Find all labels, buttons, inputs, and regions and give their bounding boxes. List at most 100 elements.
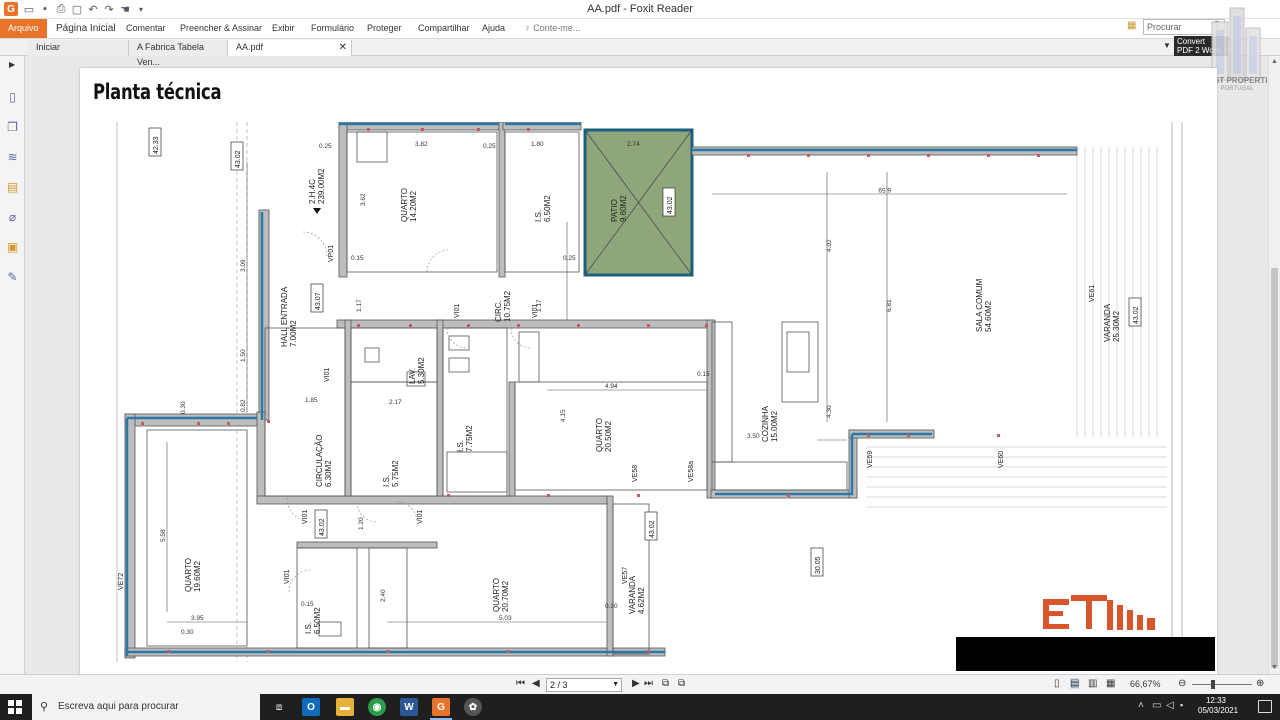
taskbar-clock[interactable]: 12:33 05/03/2021 <box>1198 696 1238 716</box>
svg-text:43.02: 43.02 <box>319 518 326 536</box>
foxit-reader-window: G ▭ ▪ ⎙ ▢ ↶ ↷ ☚ ▾ AA.pdf - Foxit Reader … <box>0 0 1280 720</box>
tab-comment[interactable]: Comentar <box>126 19 166 38</box>
facing-page-icon[interactable]: ▥ <box>1088 678 1097 689</box>
svg-text:I.S.: I.S. <box>534 210 543 222</box>
notification-icon[interactable] <box>1258 700 1272 713</box>
svg-text:HALL ENTRADA: HALL ENTRADA <box>280 286 289 347</box>
svg-text:VI01: VI01 <box>284 569 291 584</box>
chrome-icon[interactable]: ◉ <box>368 698 386 716</box>
vertical-scrollbar[interactable]: ▲ ▼ <box>1268 56 1280 674</box>
svg-text:1.85: 1.85 <box>305 397 318 404</box>
tab-file[interactable]: Arquivo <box>0 19 47 38</box>
bookmark-icon[interactable]: ▯ <box>5 90 20 105</box>
svg-text:5.75M2: 5.75M2 <box>391 460 400 487</box>
svg-text:3.82: 3.82 <box>415 141 428 148</box>
tab-home[interactable]: Página Inicial <box>56 19 115 38</box>
search-options-icon[interactable]: ▦ <box>1127 20 1136 31</box>
app-icon[interactable]: ✿ <box>464 698 482 716</box>
svg-text:0.15: 0.15 <box>351 255 364 262</box>
previous-page-icon[interactable]: ◀ <box>532 678 540 689</box>
svg-text:VP01: VP01 <box>328 245 335 262</box>
network-icon[interactable]: ▭ <box>1152 700 1161 711</box>
svg-text:6.59: 6.59 <box>878 186 891 193</box>
zoom-out-icon[interactable]: ⊖ <box>1178 678 1186 689</box>
svg-text:VE59: VE59 <box>867 451 874 468</box>
svg-text:I.S.: I.S. <box>456 440 465 452</box>
page-dropdown-icon[interactable]: ▼ <box>612 679 619 691</box>
svg-text:2.17: 2.17 <box>389 399 402 406</box>
convert-dropdown-icon[interactable]: ▼ <box>1163 41 1171 50</box>
svg-text:14.20M2: 14.20M2 <box>409 190 418 222</box>
page-number-field[interactable]: 2 / 3 ▼ <box>546 678 622 692</box>
windows-start-button[interactable] <box>0 694 30 720</box>
svg-text:1.20: 1.20 <box>358 517 365 530</box>
language-indicator[interactable]: ▪ <box>1180 700 1183 710</box>
zoom-slider-handle[interactable] <box>1211 680 1215 689</box>
tab-fill-sign[interactable]: Preencher & Assinar <box>180 19 262 38</box>
next-page-icon[interactable]: ▶ <box>632 678 640 689</box>
tab-view[interactable]: Exibir <box>272 19 295 38</box>
svg-text:239.00M2: 239.00M2 <box>317 168 326 204</box>
svg-text:2.74: 2.74 <box>627 141 640 148</box>
outlook-icon[interactable]: O <box>302 698 320 716</box>
tab-protect[interactable]: Proteger <box>367 19 402 38</box>
close-tab-icon[interactable]: ✕ <box>339 40 347 55</box>
svg-text:4.02: 4.02 <box>826 239 833 252</box>
zoom-slider[interactable] <box>1192 684 1252 685</box>
zoom-level[interactable]: 66,67% <box>1130 679 1161 689</box>
next-view-icon[interactable]: ⧉ <box>678 678 685 689</box>
svg-text:6.30M2: 6.30M2 <box>324 460 333 487</box>
signature-icon[interactable]: ✎ <box>5 270 20 285</box>
first-page-icon[interactable]: ⏮ <box>516 678 525 689</box>
continuous-facing-icon[interactable]: ▦ <box>1106 678 1115 689</box>
svg-text:0.15: 0.15 <box>301 601 314 608</box>
foxit-taskbar-icon[interactable]: G <box>432 698 450 716</box>
svg-text:5.03: 5.03 <box>499 615 512 622</box>
attachments-icon[interactable]: ⌀ <box>5 210 20 225</box>
doc-tab-aa[interactable]: AA.pdf ✕ <box>228 40 352 56</box>
security-icon[interactable]: ▣ <box>5 240 20 255</box>
continuous-page-icon[interactable]: ▤ <box>1070 678 1080 689</box>
tell-me-text: Conte-me... <box>533 23 581 33</box>
navigation-panel: ▶ ▯ ❐ ≋ ▤ ⌀ ▣ ✎ <box>0 56 25 674</box>
scroll-down-icon[interactable]: ▼ <box>1271 664 1278 671</box>
svg-text:VI01: VI01 <box>454 303 461 318</box>
pages-icon[interactable]: ❐ <box>5 120 20 135</box>
single-page-icon[interactable]: ▯ <box>1054 678 1060 689</box>
svg-text:0.30: 0.30 <box>605 603 618 610</box>
svg-text:3.95: 3.95 <box>191 615 204 622</box>
previous-view-icon[interactable]: ⧉ <box>662 678 669 689</box>
svg-text:LAV.: LAV. <box>408 368 417 384</box>
svg-text:15.00M2: 15.00M2 <box>770 410 779 442</box>
svg-text:0.25: 0.25 <box>319 143 332 150</box>
taskbar-search-box[interactable]: Escreva aqui para procurar <box>32 694 260 720</box>
volume-icon[interactable]: ◁ <box>1166 700 1174 711</box>
svg-text:I.S.: I.S. <box>382 475 391 487</box>
windows-taskbar: Escreva aqui para procurar ⚲ ⧈ O ▬ ◉ W G… <box>0 694 1280 720</box>
last-page-icon[interactable]: ⏭ <box>644 678 653 689</box>
layers-icon[interactable]: ≋ <box>5 150 20 165</box>
svg-text:QUARTO: QUARTO <box>400 188 409 222</box>
tell-me-box[interactable]: ♀ Conte-me... <box>524 19 580 38</box>
svg-text:43.02: 43.02 <box>667 196 674 214</box>
tab-share[interactable]: Compartilhar <box>418 19 470 38</box>
scroll-thumb[interactable] <box>1271 268 1278 668</box>
svg-text:QUARTO: QUARTO <box>492 578 501 612</box>
tab-help[interactable]: Ajuda <box>482 19 505 38</box>
svg-text:25.30M2: 25.30M2 <box>1112 310 1121 342</box>
word-icon[interactable]: W <box>400 698 418 716</box>
zoom-in-icon[interactable]: ⊕ <box>1256 678 1264 689</box>
scroll-up-icon[interactable]: ▲ <box>1271 58 1278 65</box>
tray-expand-icon[interactable]: ˄ <box>1138 700 1144 711</box>
svg-text:1.17: 1.17 <box>536 299 543 312</box>
comments-icon[interactable]: ▤ <box>5 180 20 195</box>
expand-panel-icon[interactable]: ▶ <box>9 60 15 69</box>
doc-tab-start[interactable]: Iniciar <box>28 40 129 56</box>
svg-text:VARANDA: VARANDA <box>1103 303 1112 342</box>
file-explorer-icon[interactable]: ▬ <box>336 698 354 716</box>
doc-tab-fabrica[interactable]: A Fabrica Tabela Ven... <box>129 40 228 67</box>
tab-form[interactable]: Formulário <box>311 19 354 38</box>
task-view-icon[interactable]: ⧈ <box>270 698 288 716</box>
lightbulb-icon: ♀ <box>524 23 531 33</box>
svg-text:43.02: 43.02 <box>649 520 656 538</box>
